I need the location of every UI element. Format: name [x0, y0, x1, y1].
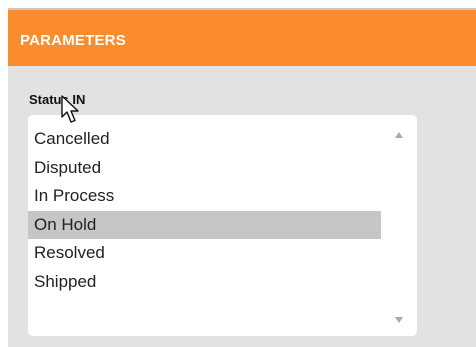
status-multiselect-list[interactable]: Cancelled Disputed In Process On Hold Re…: [28, 115, 417, 336]
status-option-cancelled[interactable]: Cancelled: [28, 125, 381, 154]
status-option-on-hold[interactable]: On Hold: [28, 210, 381, 239]
parameters-header: PARAMETERS: [8, 8, 476, 66]
status-option-disputed[interactable]: Disputed: [28, 154, 381, 183]
list-scrollbar[interactable]: [381, 115, 417, 336]
status-option-shipped[interactable]: Shipped: [28, 268, 381, 297]
triangle-down-icon: [395, 317, 403, 323]
scroll-down-button[interactable]: [381, 310, 417, 332]
triangle-up-icon: [395, 132, 403, 138]
status-option-resolved[interactable]: Resolved: [28, 239, 381, 268]
parameters-panel: PARAMETERS Status IN Cancelled Disputed …: [8, 8, 476, 347]
status-options: Cancelled Disputed In Process On Hold Re…: [28, 125, 381, 296]
parameters-title: PARAMETERS: [20, 32, 126, 49]
mouse-pointer-icon: [61, 95, 79, 123]
scroll-up-button[interactable]: [381, 125, 417, 147]
status-option-in-process[interactable]: In Process: [28, 182, 381, 211]
